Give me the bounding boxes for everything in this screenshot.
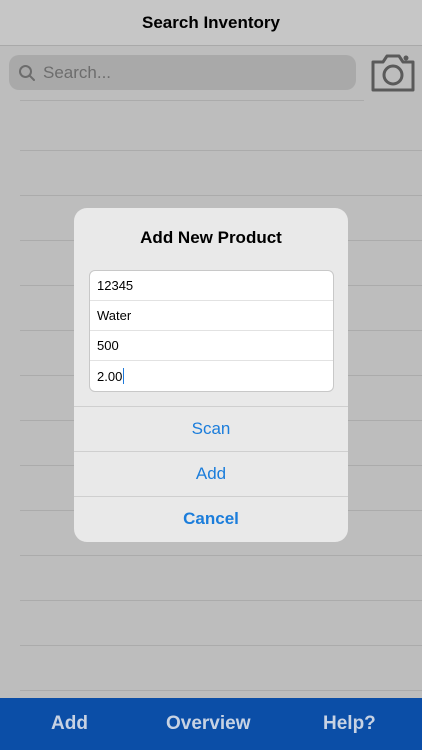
list-separator (20, 100, 364, 101)
list-separator (20, 150, 422, 151)
text-cursor (123, 368, 125, 384)
page-title: Search Inventory (142, 12, 280, 32)
product-code-value: 12345 (97, 278, 134, 293)
search-input[interactable] (43, 62, 333, 83)
tab-overview[interactable]: Overview (166, 713, 251, 735)
product-name-value: Water (97, 308, 132, 323)
add-button[interactable]: Add (74, 451, 348, 496)
search-bar[interactable] (9, 55, 356, 90)
product-quantity-field[interactable]: 500 (90, 331, 333, 361)
tab-help[interactable]: Help? (323, 713, 376, 735)
camera-icon (369, 48, 417, 101)
product-name-field[interactable]: Water (90, 301, 333, 331)
product-price-value: 2.00 (97, 368, 123, 384)
tab-add[interactable]: Add (51, 713, 88, 735)
product-code-field[interactable]: 12345 (90, 271, 333, 301)
navigation-bar: Search Inventory (0, 0, 422, 46)
list-separator (20, 555, 422, 556)
tab-bar: Add Overview Help? (0, 698, 422, 750)
product-price-field[interactable]: 2.00 (90, 361, 333, 391)
list-separator (20, 690, 422, 691)
app-screen: Search Inventory Search... Add New Produ… (0, 0, 422, 750)
cancel-button[interactable]: Cancel (74, 496, 348, 541)
search-area (0, 46, 422, 102)
add-product-dialog: Add New Product 12345 Water 500 2.00 Sca… (74, 208, 348, 542)
list-separator (20, 195, 422, 196)
camera-button[interactable] (368, 49, 418, 99)
dialog-actions: Scan Add Cancel (74, 406, 348, 541)
product-fields: 12345 Water 500 2.00 (89, 270, 334, 392)
scan-button[interactable]: Scan (74, 406, 348, 451)
search-icon (17, 63, 37, 83)
list-separator (20, 645, 422, 646)
list-separator (20, 600, 422, 601)
product-quantity-value: 500 (97, 338, 119, 353)
dialog-title: Add New Product (140, 228, 282, 247)
